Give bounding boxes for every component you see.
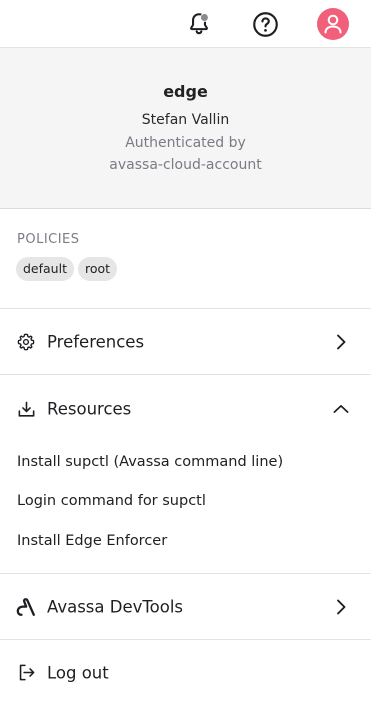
resources-label: Resources <box>47 399 132 419</box>
chevron-right-icon <box>333 334 349 350</box>
notification-dot <box>200 14 208 21</box>
resources-submenu: Install supctl (Avassa command line) Log… <box>0 442 371 574</box>
install-supctl-link[interactable]: Install supctl (Avassa command line) <box>17 454 283 470</box>
policies-section: POLICIES default root <box>0 209 371 309</box>
profile-panel: edge Stefan Vallin Authenticated by avas… <box>0 48 371 209</box>
download-icon <box>16 399 36 419</box>
login-command-link[interactable]: Login command for supctl <box>17 493 206 509</box>
gear-icon <box>16 332 36 352</box>
bell-icon[interactable] <box>183 8 215 40</box>
resources-menu-item[interactable]: Resources <box>0 376 371 442</box>
chevron-up-icon <box>333 401 349 417</box>
authenticated-by-label: Authenticated by <box>125 135 246 151</box>
policy-chip-root: root <box>77 257 118 281</box>
policy-chips: default root <box>16 257 118 281</box>
site-name: edge <box>163 82 208 101</box>
install-edge-enforcer-link[interactable]: Install Edge Enforcer <box>17 533 167 549</box>
logout-icon <box>16 663 36 683</box>
devtools-label: Avassa DevTools <box>47 597 184 616</box>
logout-label: Log out <box>47 663 109 682</box>
preferences-menu-item[interactable]: Preferences <box>0 309 371 375</box>
account-name: avassa-cloud-account <box>109 157 262 173</box>
avassa-logo-icon <box>16 597 36 617</box>
logout-menu-item[interactable]: Log out <box>0 641 371 704</box>
help-icon[interactable] <box>249 8 281 40</box>
top-bar <box>0 0 371 48</box>
user-avatar-icon[interactable] <box>317 8 349 40</box>
chevron-right-icon <box>333 599 349 615</box>
policy-chip-default: default <box>16 257 74 281</box>
preferences-label: Preferences <box>47 332 145 351</box>
devtools-menu-item[interactable]: Avassa DevTools <box>0 574 371 640</box>
user-name: Stefan Vallin <box>141 112 230 128</box>
policies-heading: POLICIES <box>17 232 80 247</box>
